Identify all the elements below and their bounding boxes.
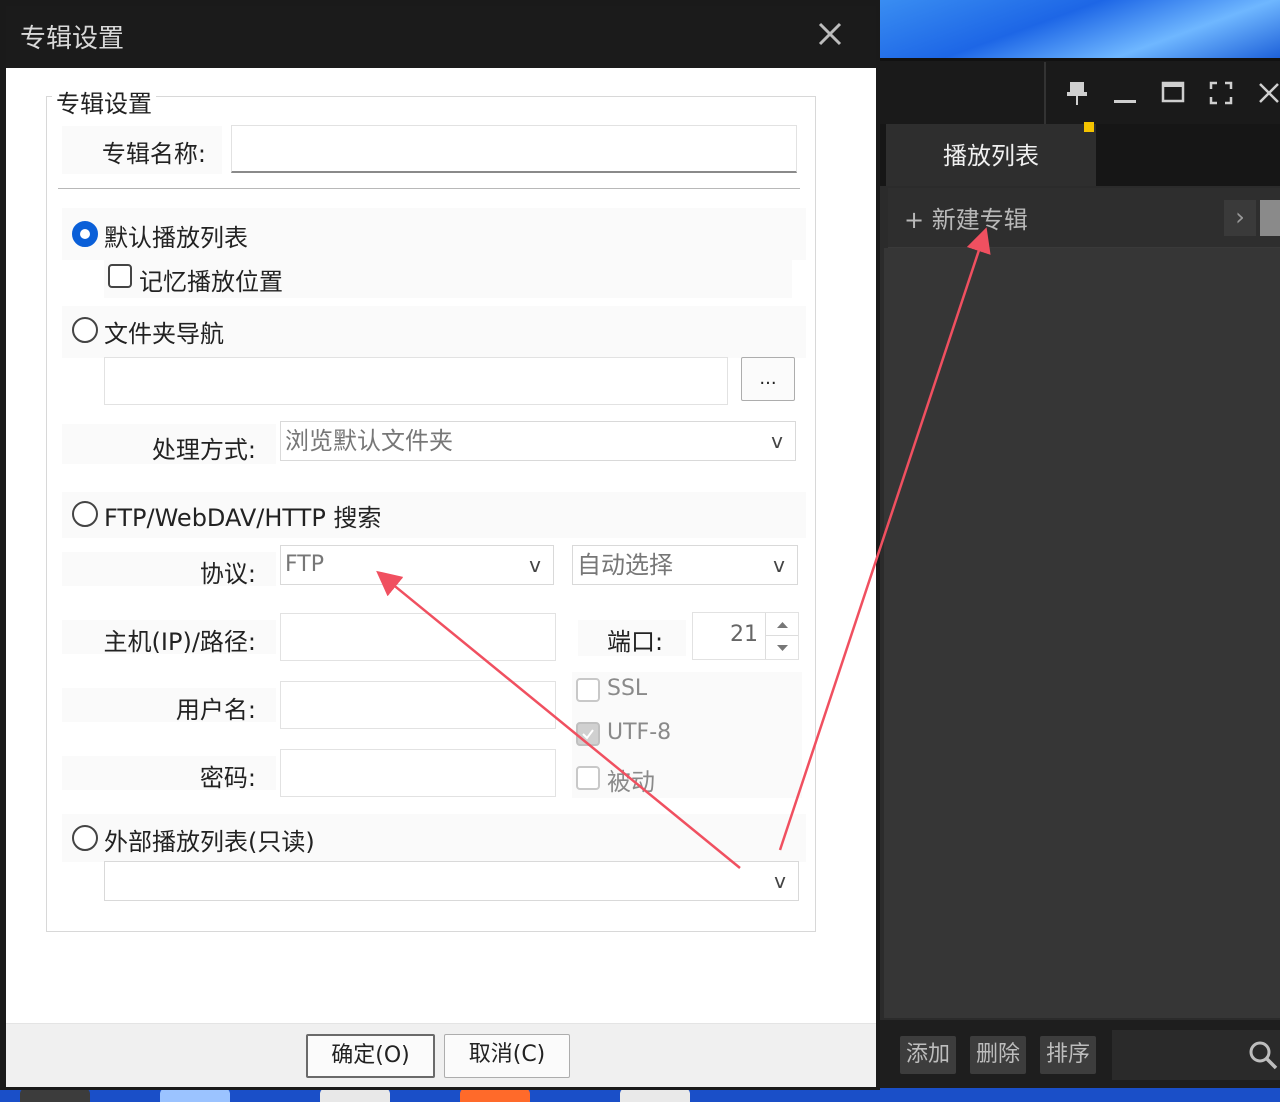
annotation-arrow — [376, 570, 741, 869]
annotation-arrow — [778, 227, 991, 851]
annotation-arrows — [376, 227, 991, 869]
